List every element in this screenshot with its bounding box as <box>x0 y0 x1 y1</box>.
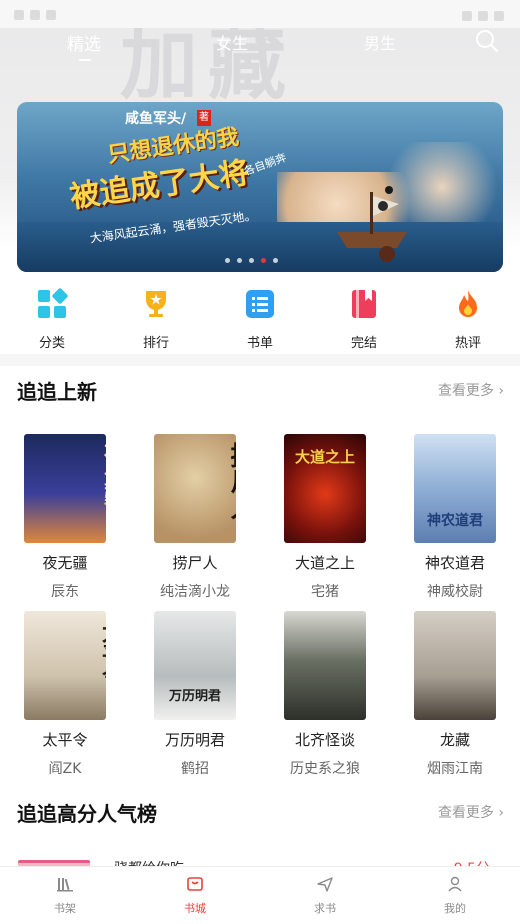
tab-featured[interactable]: 精选 <box>54 30 114 55</box>
banner-dot[interactable] <box>249 258 254 263</box>
ranking-list-item[interactable]: 骁都给你吃 9.5分 <box>0 844 520 866</box>
book-cover-title: 大道之上 <box>294 448 355 466</box>
ranking-item-score: 9.5分 <box>454 858 490 866</box>
tab-label: 书架 <box>54 902 76 915</box>
book-cover-title: 北齐怪谈 <box>306 611 366 691</box>
book-card[interactable]: 夜无疆 夜无疆 辰东 <box>15 434 115 601</box>
book-title: 龙藏 <box>439 731 470 749</box>
book-cover-title: 夜无疆 <box>100 442 106 508</box>
status-bar <box>0 0 520 28</box>
quick-entry-label: 完结 <box>350 336 377 351</box>
book-cover: 北齐怪谈 <box>284 611 366 720</box>
book-card[interactable]: 神农道君 神农道君 神威校尉 <box>405 434 505 601</box>
pirate-ship-illustration <box>337 186 407 262</box>
top-channel-tabs: 精选 女生 男生 <box>0 28 520 64</box>
book-cover-title: 神农道君 <box>427 513 483 529</box>
search-icon <box>476 30 499 53</box>
book-author: 烟雨江南 <box>427 761 483 777</box>
tab-label: 求书 <box>314 902 336 915</box>
category-icon <box>38 288 68 318</box>
status-bar-right <box>456 6 504 25</box>
tab-bookstore[interactable]: 书城 <box>160 875 230 916</box>
book-author: 宅猪 <box>311 584 339 600</box>
book-card[interactable]: 龙藏 龙藏 烟雨江南 <box>405 611 505 778</box>
book-card[interactable]: 万历明君 万历明君 鹤招 <box>145 611 245 778</box>
book-author: 辰东 <box>51 584 79 600</box>
book-cover-title: 龙藏 <box>466 611 496 649</box>
quick-entry-label: 分类 <box>38 336 65 351</box>
book-author: 鹤招 <box>181 761 209 777</box>
book-author: 神威校尉 <box>427 584 483 600</box>
hot-comment-icon <box>459 290 477 317</box>
book-title: 夜无疆 <box>42 554 88 572</box>
book-cover: 神农道君 <box>414 434 496 543</box>
tab-male[interactable]: 男生 <box>350 30 410 54</box>
book-card[interactable]: 北齐怪谈 北齐怪谈 历史系之狼 <box>275 611 375 778</box>
quick-entry-label: 排行 <box>142 336 169 351</box>
tab-label: 我的 <box>444 902 466 915</box>
tab-female[interactable]: 女生 <box>202 30 262 54</box>
book-card[interactable]: 太平令 太平令 阎ZK <box>15 611 115 778</box>
quick-entry-label: 热评 <box>454 336 481 351</box>
tab-bookshelf[interactable]: 书架 <box>30 875 100 916</box>
quick-entry-hot-comments[interactable]: 热评 <box>428 284 508 351</box>
tab-request-book[interactable]: 求书 <box>290 875 360 916</box>
search-button[interactable] <box>474 28 500 54</box>
book-title: 大道之上 <box>294 554 355 572</box>
book-title: 神农道君 <box>424 554 485 572</box>
book-title: 北齐怪谈 <box>294 731 355 749</box>
book-cover: 万历明君 <box>154 611 236 720</box>
finished-book-icon <box>352 290 376 318</box>
active-tab-indicator <box>79 59 91 61</box>
tab-profile[interactable]: 我的 <box>420 875 490 916</box>
book-cover: 太平令 <box>24 611 106 720</box>
book-cover: 大道之上 <box>284 434 366 543</box>
book-title: 万历明君 <box>164 731 225 749</box>
ranking-item-title: 骁都给你吃 <box>114 858 184 866</box>
book-title: 太平令 <box>42 731 88 749</box>
banner-dot[interactable] <box>237 258 242 263</box>
banner-dot[interactable] <box>273 258 278 263</box>
section-divider <box>0 354 520 366</box>
book-cover: 夜无疆 <box>24 434 106 543</box>
request-book-icon <box>317 877 333 892</box>
banner-dot[interactable] <box>225 258 230 263</box>
book-cover-title: 太平令 <box>98 621 106 687</box>
book-card[interactable]: 捞尸人 捞尸人 纯洁滴小龙 <box>145 434 245 601</box>
book-card[interactable]: 大道之上 大道之上 宅猪 <box>275 434 375 601</box>
tab-label: 书城 <box>184 902 206 915</box>
see-more-new-link[interactable]: 查看更多 › <box>438 380 504 400</box>
profile-icon <box>448 876 462 892</box>
book-author: 纯洁滴小龙 <box>160 584 230 600</box>
book-author: 历史系之狼 <box>290 761 360 777</box>
section-title-ranking: 追追高分人气榜 <box>17 802 157 826</box>
banner-page-dots <box>225 258 285 264</box>
see-more-ranking-link[interactable]: 查看更多 › <box>438 802 504 822</box>
booklist-icon <box>246 290 274 318</box>
bookshelf-icon <box>57 878 73 892</box>
quick-entry-label: 书单 <box>246 336 273 351</box>
quick-entry-booklist[interactable]: 书单 <box>220 284 300 351</box>
book-cover: 龙藏 <box>414 611 496 720</box>
book-cover-title: 捞尸人 <box>226 442 236 520</box>
book-cover: 捞尸人 <box>154 434 236 543</box>
rank-trophy-icon <box>146 291 166 317</box>
bookstore-home-screen: 加藏 精选 女生 男生 咸鱼军头/ 著 只想退休的我 被追成了大将 各自躺奔 大… <box>0 0 520 924</box>
status-bar-left <box>14 5 74 20</box>
quick-entry-finished[interactable]: 完结 <box>324 284 404 351</box>
banner-author-text: 咸鱼军头/ <box>125 111 187 127</box>
book-cover-title: 万历明君 <box>168 689 221 704</box>
book-title: 捞尸人 <box>172 554 218 572</box>
quick-entry-category[interactable]: 分类 <box>12 284 92 351</box>
section-title-new: 追追上新 <box>17 380 97 404</box>
quick-entry-ranking[interactable]: 排行 <box>116 284 196 351</box>
bottom-tab-bar: 书架 书城 求书 我的 <box>0 866 520 924</box>
bookstore-icon <box>187 877 203 891</box>
banner-dot-active[interactable] <box>261 258 266 263</box>
promo-banner[interactable]: 咸鱼军头/ 著 只想退休的我 被追成了大将 各自躺奔 大海风起云涌，强者毁天灭地… <box>17 102 503 272</box>
quick-entry-row: 分类 排行 书单 完结 热评 <box>0 284 520 354</box>
book-author: 阎ZK <box>48 761 82 777</box>
